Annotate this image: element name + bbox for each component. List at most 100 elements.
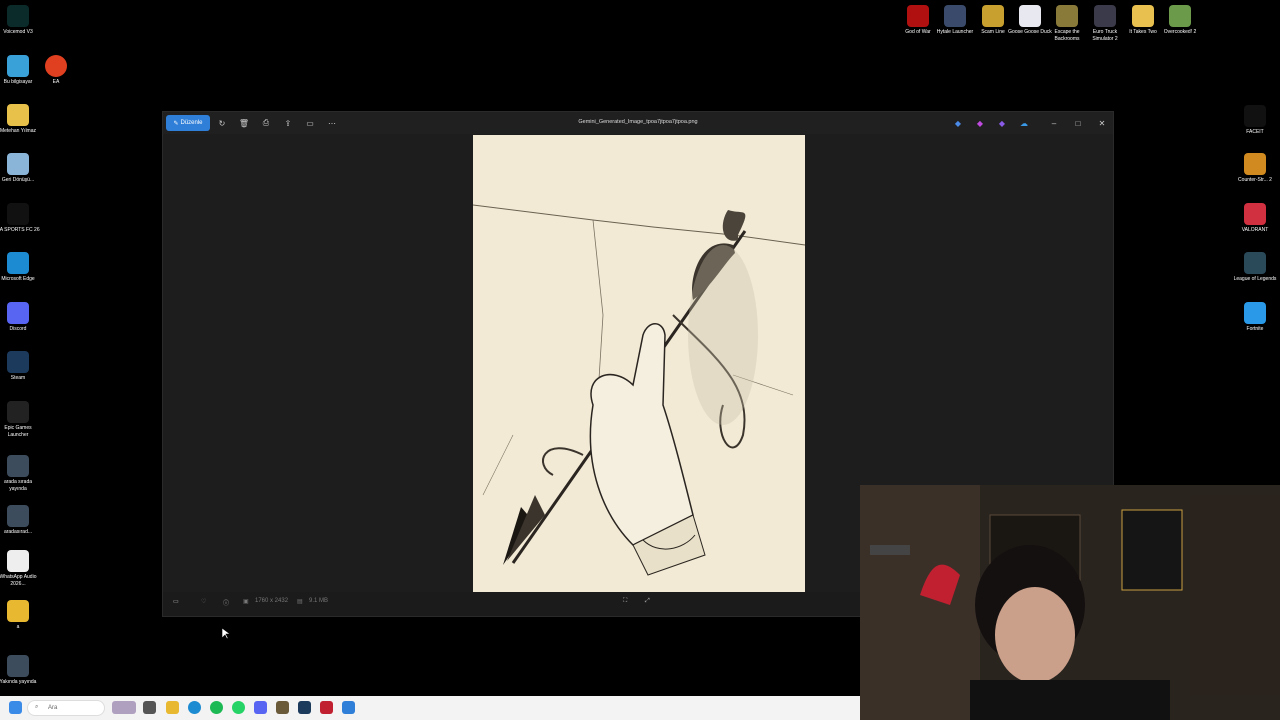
app-icon [1169, 5, 1191, 27]
desktop-icon[interactable]: WhatsApp Audio 2026... [0, 550, 40, 588]
app-icon [7, 55, 29, 77]
desktop-icon[interactable]: Counter-Str... 2 [1233, 153, 1277, 184]
image-dimensions: 1760 x 2432 [255, 598, 289, 604]
window-title: Gemini_Generated_Image_tpoa7jtpoa7jtpoa.… [578, 119, 698, 125]
desktop-icon-label: Bu bilgisayar [3, 79, 33, 85]
app-icon [7, 600, 29, 622]
app-icon [7, 252, 29, 274]
desktop-icon-label: VALORANT [1241, 227, 1269, 233]
desktop-icon-label: WhatsApp Audio 2026... [0, 574, 37, 587]
app-icon [1244, 153, 1266, 175]
desktop-icon-label: FACEIT [1246, 129, 1264, 135]
file-explorer-icon[interactable] [166, 701, 179, 714]
app-icon [7, 5, 29, 27]
clipchamp-icon[interactable]: ◆ [973, 116, 987, 130]
edge-icon[interactable] [188, 701, 201, 714]
desktop-icon-label: a [16, 624, 20, 630]
app-icon [7, 401, 29, 423]
search-icon: ⌕ [35, 704, 39, 710]
app-icon [7, 203, 29, 225]
app-icon [1244, 252, 1266, 274]
desktop-icon[interactable]: League of Legends [1233, 252, 1277, 283]
desktop-icon[interactable]: Geri Dönüşü... [0, 153, 40, 184]
maximize-icon[interactable]: □ [1071, 116, 1085, 130]
desktop-icon-label: Counter-Str... 2 [1238, 177, 1272, 183]
app-icon [7, 302, 29, 324]
fit-to-window-icon[interactable]: ⛶ [623, 598, 627, 605]
app-icon [7, 351, 29, 373]
desktop-icon[interactable]: Microsoft Edge [0, 252, 40, 283]
app-icon [7, 455, 29, 477]
task-view-icon[interactable] [143, 701, 156, 714]
ai-icon[interactable]: ◆ [995, 116, 1009, 130]
displayed-image[interactable] [473, 135, 805, 594]
desktop-icon-label: Fortnite [1246, 326, 1264, 332]
desktop-icon-label: Metehan Yılmaz [0, 128, 37, 134]
desktop-icon[interactable]: Bu bilgisayar [0, 55, 40, 86]
desktop-icon[interactable]: EA SPORTS FC 26 [0, 203, 40, 234]
desktop-icon[interactable]: Voicemod V3 [0, 5, 40, 36]
webcam-feed [860, 485, 1280, 720]
app-icon[interactable] [276, 701, 289, 714]
desktop-icon[interactable]: Steam [0, 351, 40, 382]
desktop-icon[interactable]: Epic Games Launcher [0, 401, 40, 439]
app-icon [7, 550, 29, 572]
image-filesize: 9.1 MB [309, 598, 329, 604]
start-icon[interactable] [9, 701, 22, 714]
mouse-cursor-icon [222, 628, 230, 640]
desktop-icon-label: Voicemod V3 [3, 29, 33, 35]
whatsapp-icon[interactable] [232, 701, 245, 714]
app-icon [907, 5, 929, 27]
desktop-icon-label: aradasırad... [3, 529, 33, 535]
app-icon [1056, 5, 1078, 27]
webcam-overlay [860, 485, 1280, 720]
desktop-icon[interactable]: Overcooked! 2 [1158, 5, 1202, 36]
photos-titlebar: ✎ Düzenle ↻ 🗑 ⎙ ⇪ ▭ ⋯ Gemini_Generated_I… [163, 112, 1113, 134]
app-icon [7, 153, 29, 175]
desktop-icon[interactable]: Discord [0, 302, 40, 333]
app2-icon[interactable] [320, 701, 333, 714]
desktop-icon[interactable]: Yakında yayında [0, 655, 40, 686]
desktop-icon[interactable]: VALORANT [1233, 203, 1277, 234]
discord-icon[interactable] [254, 701, 267, 714]
dimensions-icon: ▣ [243, 599, 249, 605]
desktop-icon-label: Steam [10, 375, 26, 381]
desktop-icon[interactable]: Metehan Yılmaz [0, 104, 40, 135]
desktop-icon[interactable]: a [0, 600, 40, 631]
onedrive-icon[interactable]: ☁ [1017, 116, 1031, 130]
app-icon [1019, 5, 1041, 27]
desktop-icon-label: Discord [9, 326, 27, 332]
app-icon [1244, 105, 1266, 127]
app-icon [1132, 5, 1154, 27]
steam-icon[interactable] [298, 701, 311, 714]
designer-icon[interactable]: ◆ [951, 116, 965, 130]
desktop-icon-label: Geri Dönüşü... [1, 177, 35, 183]
app-icon [1244, 203, 1266, 225]
desktop-icon[interactable]: FACEIT [1233, 105, 1277, 136]
desktop-icon-label: League of Legends [1233, 276, 1277, 282]
desktop-icon-label: Epic Games Launcher [4, 425, 32, 438]
spotify-icon[interactable] [210, 701, 223, 714]
close-icon[interactable]: ✕ [1095, 116, 1109, 130]
desktop-icon-label: Microsoft Edge [1, 276, 35, 282]
favorite-icon[interactable]: ♡ [201, 598, 206, 605]
search-box[interactable]: ⌕ Ara [27, 700, 105, 716]
info-icon[interactable]: ⓘ [223, 598, 229, 607]
app-icon [1094, 5, 1116, 27]
arrow-hand-illustration [473, 135, 805, 594]
desktop-icon[interactable]: Fortnite [1233, 302, 1277, 333]
desktop-icon-label: Overcooked! 2 [1163, 29, 1197, 35]
minimize-icon[interactable]: – [1047, 116, 1061, 130]
filmstrip-icon[interactable]: ▭ [173, 598, 179, 605]
search-highlight-icon[interactable] [112, 701, 136, 714]
app-icon [982, 5, 1004, 27]
desktop-icon-label: arada sırada yayında [3, 479, 33, 492]
app-icon [944, 5, 966, 27]
desktop-icon-ea[interactable]: EA [34, 55, 78, 86]
photos-icon[interactable] [342, 701, 355, 714]
desktop-icon[interactable]: aradasırad... [0, 505, 40, 536]
desktop-icon[interactable]: arada sırada yayında [0, 455, 40, 493]
app-icon [7, 655, 29, 677]
fullscreen-icon[interactable]: ⤢ [645, 598, 650, 605]
taskbar: ⌕ Ara [0, 696, 860, 720]
